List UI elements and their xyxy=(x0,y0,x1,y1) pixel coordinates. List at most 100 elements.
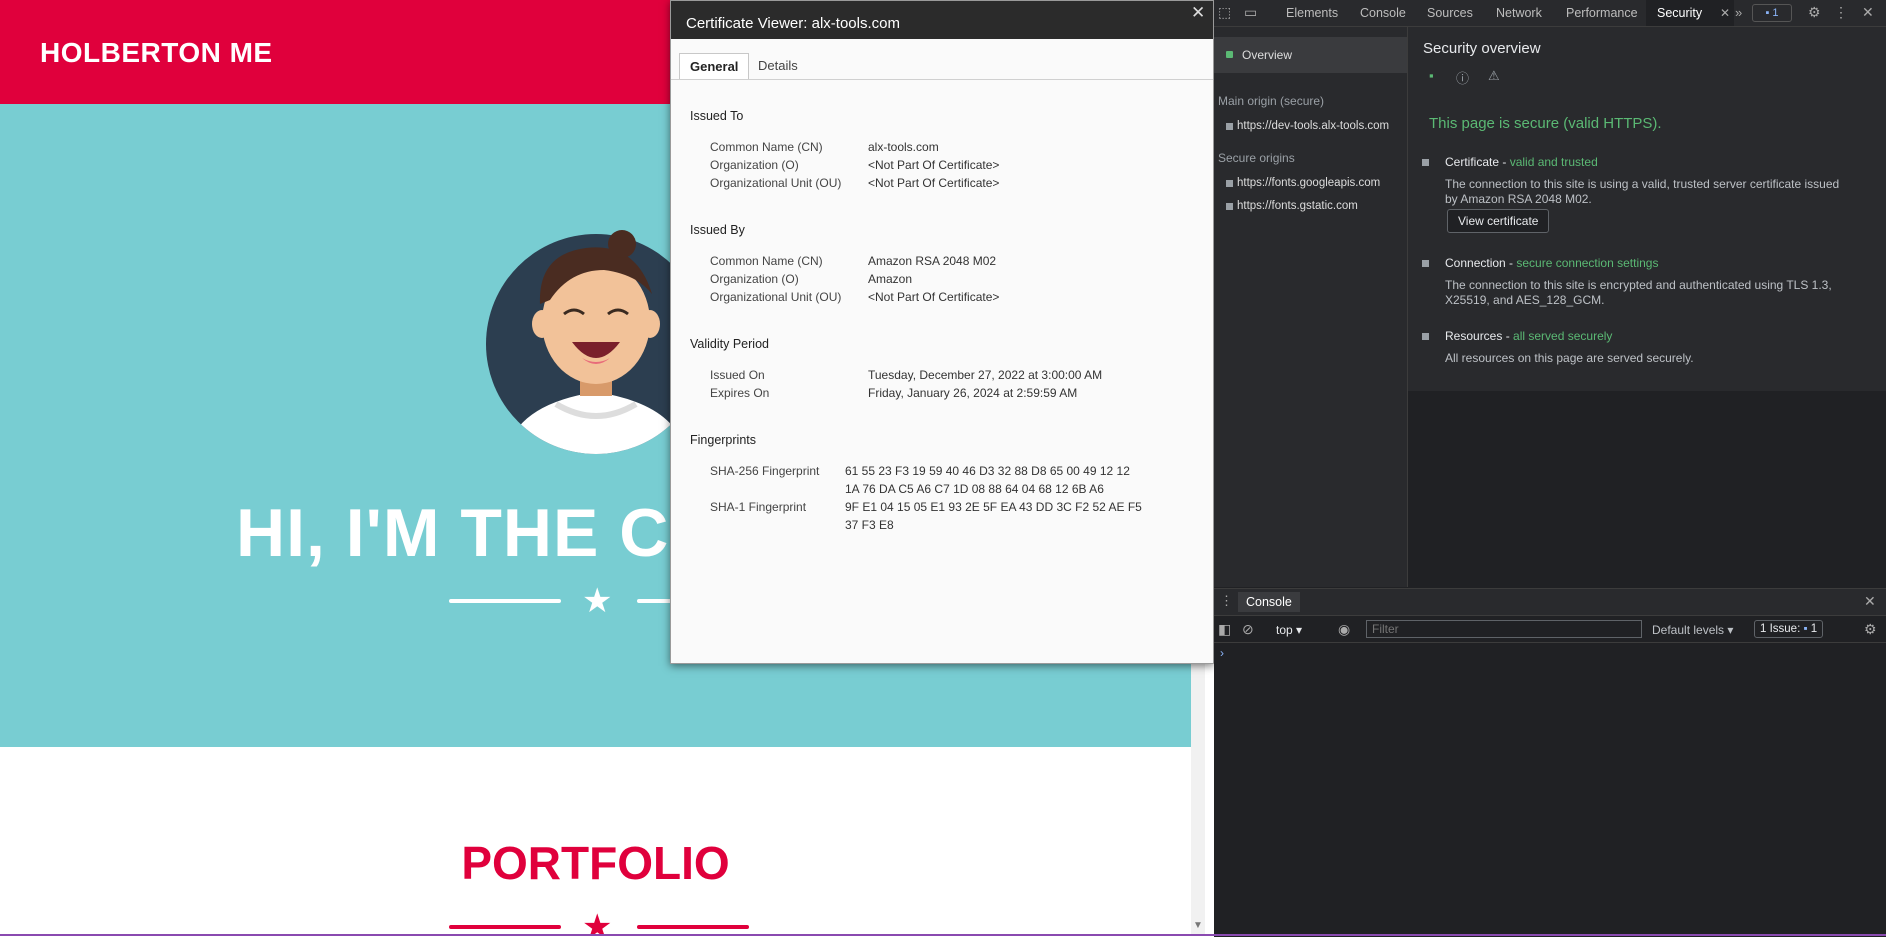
message-icon: ▪ xyxy=(1765,7,1770,19)
log-levels-select[interactable]: Default levels ▾ xyxy=(1652,623,1733,637)
issues-badge[interactable]: ▪ 1 xyxy=(1752,4,1792,22)
tab-console-drawer[interactable]: Console xyxy=(1238,592,1300,612)
portfolio-title: PORTFOLIO xyxy=(461,837,730,889)
lock-icon: ▪ xyxy=(1429,68,1434,83)
connection-status: secure connection settings xyxy=(1516,256,1659,270)
field-label: Common Name (CN) xyxy=(710,140,823,154)
console-prompt-icon[interactable]: › xyxy=(1220,646,1224,660)
origin-icon xyxy=(1226,180,1233,187)
issues-badge-count: 1 xyxy=(1772,7,1779,19)
tab-security[interactable]: Security xyxy=(1657,6,1702,20)
resources-description: All resources on this page are served se… xyxy=(1445,351,1694,365)
field-label: Organizational Unit (OU) xyxy=(710,176,842,190)
site-brand[interactable]: HOLBERTON ME xyxy=(40,37,273,69)
chevron-down-icon: ▾ xyxy=(1727,623,1734,637)
console-toolbar: ◧ ⊘ top ▾ ◉ Default levels ▾ 1 Issue: ▪ … xyxy=(1214,616,1886,643)
field-value: <Not Part Of Certificate> xyxy=(868,176,1000,190)
resources-title-text: Resources - xyxy=(1445,329,1514,343)
kebab-menu-icon[interactable]: ⋮ xyxy=(1834,4,1848,21)
issues-counter-button[interactable]: 1 Issue: ▪ 1 xyxy=(1754,620,1824,638)
secure-message: This page is secure (valid HTTPS). xyxy=(1429,115,1662,132)
field-label: Organization (O) xyxy=(710,158,799,172)
gear-icon[interactable]: ⚙ xyxy=(1808,4,1821,21)
sidebar-item-origin[interactable]: https://fonts.googleapis.com xyxy=(1237,177,1380,189)
certificate-description: The connection to this site is using a v… xyxy=(1445,177,1840,206)
connection-row-title: Connection - secure connection settings xyxy=(1445,256,1658,270)
field-value: 9F E1 04 15 05 E1 93 2E 5F EA 43 DD 3C F… xyxy=(845,500,1142,532)
sidebar-item-overview[interactable]: Overview xyxy=(1214,37,1407,73)
certificate-viewer-titlebar: Certificate Viewer: alx-tools.com ✕ xyxy=(671,1,1213,39)
sidebar-item-origin[interactable]: https://fonts.gstatic.com xyxy=(1237,200,1358,212)
security-overview-title: Security overview xyxy=(1423,40,1541,57)
field-value: Tuesday, December 27, 2022 at 3:00:00 AM xyxy=(868,368,1103,382)
filter-input[interactable] xyxy=(1366,620,1642,638)
message-icon: ▪ xyxy=(1803,623,1808,635)
more-tabs-icon[interactable]: » xyxy=(1735,5,1742,20)
view-certificate-button[interactable]: View certificate xyxy=(1447,209,1550,233)
resources-icon xyxy=(1422,333,1429,340)
divider-line-left xyxy=(449,599,561,603)
inspect-element-icon[interactable]: ⬚ xyxy=(1218,4,1231,21)
origin-icon xyxy=(1226,203,1233,210)
tab-console[interactable]: Console xyxy=(1360,6,1406,20)
field-value: Amazon RSA 2048 M02 xyxy=(868,254,997,268)
certificate-icon xyxy=(1422,159,1429,166)
log-levels-label: Default levels xyxy=(1652,623,1725,637)
connection-icon xyxy=(1422,260,1429,267)
tab-general[interactable]: General xyxy=(679,53,750,79)
gear-icon[interactable]: ⚙ xyxy=(1864,621,1877,638)
issued-by-heading: Issued By xyxy=(690,223,745,237)
eye-icon[interactable]: ◉ xyxy=(1338,621,1350,638)
scroll-down-arrow-icon[interactable]: ▼ xyxy=(1193,920,1203,931)
portfolio-divider: ★ xyxy=(449,908,749,936)
tab-network[interactable]: Network xyxy=(1496,6,1542,20)
context-select[interactable]: top ▾ xyxy=(1276,623,1302,637)
warning-icon: ⚠ xyxy=(1488,68,1500,83)
console-drawer: ⋮ Console ✕ ◧ ⊘ top ▾ ◉ Default levels ▾… xyxy=(1214,588,1886,937)
hero-title: HI, I'M THE CI xyxy=(236,495,690,571)
devtools-panel: ⬚ ▭ Elements Console Sources Network Per… xyxy=(1214,0,1886,937)
certificate-viewer-title: Certificate Viewer: alx-tools.com xyxy=(686,15,900,32)
tab-performance[interactable]: Performance xyxy=(1566,6,1638,20)
field-value: 61 55 23 F3 19 59 40 46 D3 32 88 D8 65 0… xyxy=(845,464,1130,496)
issued-to-heading: Issued To xyxy=(690,109,744,123)
info-icon: ⓘ xyxy=(1456,71,1470,86)
sidebar-toggle-icon[interactable]: ◧ xyxy=(1218,621,1231,638)
origin-icon xyxy=(1226,123,1233,130)
issues-label: 1 Issue: xyxy=(1760,623,1801,635)
close-icon[interactable]: ✕ xyxy=(1191,3,1205,23)
tab-details[interactable]: Details xyxy=(748,53,808,79)
fingerprints-heading: Fingerprints xyxy=(690,433,756,447)
field-label: Expires On xyxy=(710,386,770,400)
secure-origins-heading: Secure origins xyxy=(1218,151,1295,165)
field-value: Friday, January 26, 2024 at 2:59:59 AM xyxy=(868,386,1078,400)
sidebar-item-main-origin[interactable]: https://dev-tools.alx-tools.com xyxy=(1237,120,1389,132)
sidebar-item-label: Overview xyxy=(1242,48,1293,62)
tab-sources[interactable]: Sources xyxy=(1427,6,1473,20)
certificate-status: valid and trusted xyxy=(1509,155,1598,169)
field-label: SHA-256 Fingerprint xyxy=(710,464,820,478)
lock-icon xyxy=(1226,51,1233,58)
field-label: Organization (O) xyxy=(710,272,799,286)
resources-row-title: Resources - all served securely xyxy=(1445,329,1612,343)
divider-line-right xyxy=(637,925,749,929)
device-toolbar-icon[interactable]: ▭ xyxy=(1244,4,1257,21)
divider-line-left xyxy=(449,925,561,929)
field-value: alx-tools.com xyxy=(868,140,939,154)
field-value: <Not Part Of Certificate> xyxy=(868,290,1000,304)
field-label: Organizational Unit (OU) xyxy=(710,290,842,304)
main-origin-heading: Main origin (secure) xyxy=(1218,94,1325,108)
devtools-toolbar: ⬚ ▭ Elements Console Sources Network Per… xyxy=(1214,0,1886,27)
drawer-menu-icon[interactable]: ⋮ xyxy=(1220,593,1233,609)
close-icon[interactable]: ✕ xyxy=(1862,4,1874,21)
clear-console-icon[interactable]: ⊘ xyxy=(1242,621,1254,638)
close-icon[interactable]: ✕ xyxy=(1864,593,1876,610)
field-label: SHA-1 Fingerprint xyxy=(710,500,807,514)
connection-title-text: Connection - xyxy=(1445,256,1517,270)
tab-elements[interactable]: Elements xyxy=(1286,6,1338,20)
chevron-down-icon: ▾ xyxy=(1296,623,1303,637)
drawer-tabbar: ⋮ Console ✕ xyxy=(1214,589,1886,616)
certificate-viewer-dialog: Certificate Viewer: alx-tools.com ✕ Gene… xyxy=(670,0,1214,664)
star-icon: ★ xyxy=(582,908,613,936)
close-tab-icon[interactable]: ✕ xyxy=(1720,6,1730,20)
